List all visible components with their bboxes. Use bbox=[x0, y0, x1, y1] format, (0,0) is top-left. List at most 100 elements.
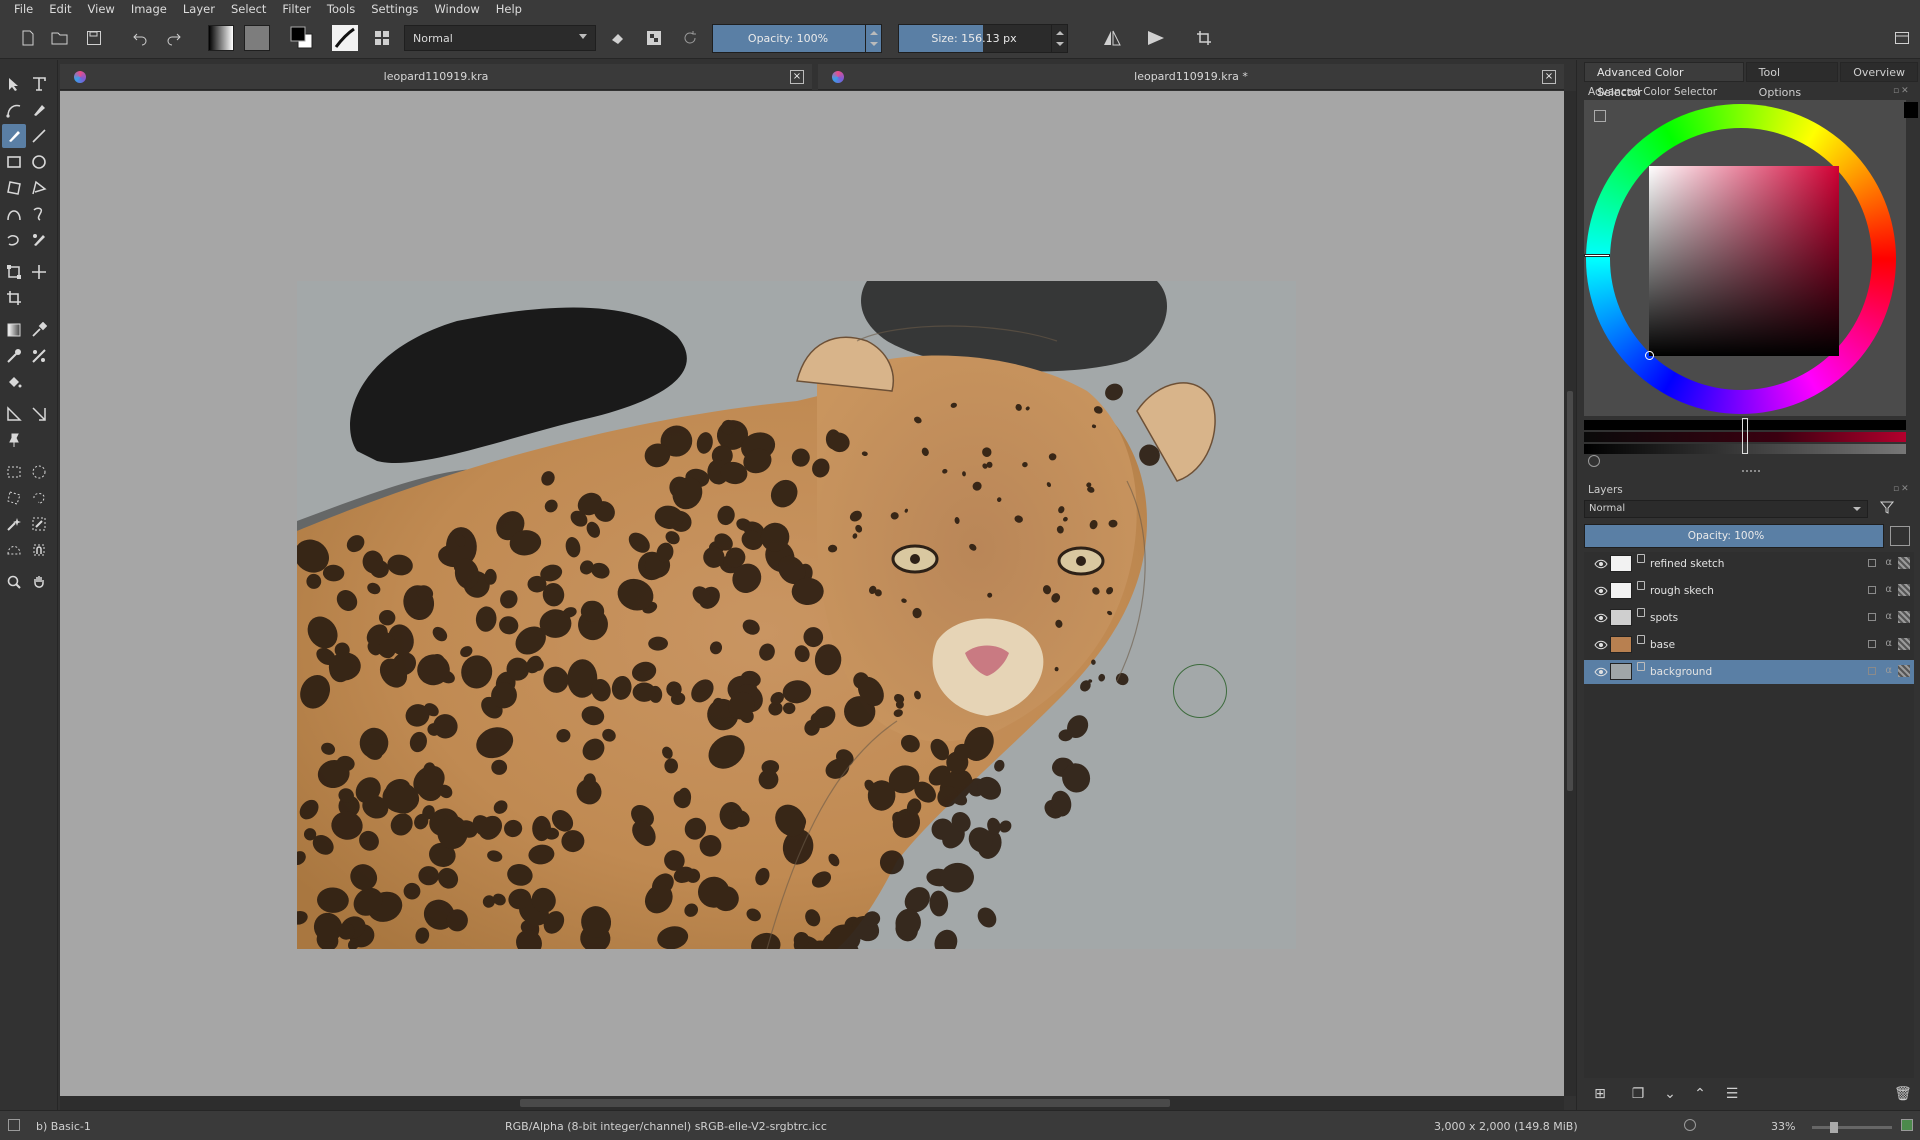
scroll-thumb[interactable] bbox=[1567, 391, 1573, 791]
line-tool-icon[interactable] bbox=[27, 124, 51, 148]
open-document-icon[interactable] bbox=[48, 24, 72, 52]
menu-file[interactable]: File bbox=[6, 2, 41, 16]
eraser-icon[interactable] bbox=[606, 24, 630, 52]
close-icon[interactable]: × bbox=[1542, 70, 1556, 84]
move-tool-icon[interactable] bbox=[27, 260, 51, 284]
menu-layer[interactable]: Layer bbox=[175, 2, 223, 16]
workspace-icon[interactable] bbox=[1890, 24, 1914, 52]
mirror-vertical-icon[interactable] bbox=[1142, 24, 1170, 52]
layer-options-icon[interactable]: ☰ bbox=[1724, 1086, 1740, 1102]
document-tab-2[interactable]: leopard110919.kra * × bbox=[818, 64, 1564, 90]
redo-icon[interactable] bbox=[162, 24, 186, 52]
freehand-brush-icon[interactable] bbox=[2, 124, 26, 148]
hue-marker[interactable] bbox=[1584, 254, 1610, 257]
pin-tool-icon[interactable] bbox=[2, 428, 26, 452]
layer-row[interactable]: refined sketch α bbox=[1584, 552, 1914, 576]
pan-tool-icon[interactable] bbox=[27, 570, 51, 594]
new-document-icon[interactable] bbox=[16, 24, 40, 52]
shade-handle[interactable] bbox=[1742, 418, 1748, 454]
size-slider[interactable]: Size: 156.13 px bbox=[898, 24, 1068, 53]
menu-select[interactable]: Select bbox=[223, 2, 274, 16]
pattern-preset-icon[interactable] bbox=[244, 25, 270, 51]
measure-tool-icon[interactable] bbox=[2, 402, 26, 426]
tab-overview[interactable]: Overview bbox=[1840, 62, 1918, 82]
delete-layer-icon[interactable]: 🗑 bbox=[1894, 1086, 1912, 1102]
gradient-preset-icon[interactable] bbox=[208, 25, 234, 51]
crop-tool-icon[interactable] bbox=[2, 286, 26, 310]
vertical-scrollbar[interactable] bbox=[1564, 91, 1576, 1096]
lock-icon[interactable] bbox=[1868, 640, 1876, 648]
inherit-alpha-icon[interactable] bbox=[1898, 584, 1910, 596]
mirror-horizontal-icon[interactable] bbox=[1098, 24, 1126, 52]
visibility-eye-icon[interactable] bbox=[1594, 666, 1608, 678]
alpha-lock-icon[interactable]: α bbox=[1885, 611, 1892, 622]
color-selector[interactable] bbox=[1584, 100, 1906, 416]
inherit-alpha-icon[interactable] bbox=[1898, 638, 1910, 650]
lock-icon[interactable] bbox=[1868, 613, 1876, 621]
freehand-select-icon[interactable] bbox=[27, 486, 51, 510]
rotate-canvas-icon[interactable] bbox=[1684, 1119, 1696, 1131]
menu-view[interactable]: View bbox=[80, 2, 123, 16]
polygon-tool-icon[interactable] bbox=[2, 176, 26, 200]
painting-image[interactable] bbox=[297, 281, 1296, 949]
lock-icon[interactable] bbox=[1868, 667, 1876, 675]
foreground-background-color-icon[interactable] bbox=[286, 24, 318, 52]
panel-splitter-handle[interactable] bbox=[1742, 470, 1760, 472]
horizontal-scrollbar[interactable] bbox=[60, 1096, 1564, 1110]
reset-color-icon[interactable] bbox=[1588, 455, 1600, 467]
panel-float-close-icon[interactable]: ▫✕ bbox=[1893, 484, 1915, 494]
polygon-select-icon[interactable] bbox=[2, 486, 26, 510]
menu-tools[interactable]: Tools bbox=[319, 2, 363, 16]
lock-icon[interactable] bbox=[1868, 559, 1876, 567]
alpha-lock-icon[interactable]: α bbox=[1885, 557, 1892, 568]
layer-row[interactable]: background α bbox=[1584, 660, 1914, 684]
freehand-path-icon[interactable] bbox=[27, 202, 51, 226]
menu-edit[interactable]: Edit bbox=[41, 2, 79, 16]
bezier-tool-icon[interactable] bbox=[2, 202, 26, 226]
saturation-value-square[interactable] bbox=[1649, 166, 1839, 356]
visibility-eye-icon[interactable] bbox=[1594, 585, 1608, 597]
menu-settings[interactable]: Settings bbox=[363, 2, 426, 16]
color-selector-settings-icon[interactable] bbox=[1594, 110, 1606, 122]
wrap-around-icon[interactable] bbox=[370, 24, 394, 52]
document-tab-1[interactable]: leopard110919.kra × bbox=[60, 64, 812, 90]
shade-selector[interactable] bbox=[1584, 418, 1906, 454]
layer-properties-icon[interactable] bbox=[1890, 526, 1910, 546]
visibility-eye-icon[interactable] bbox=[1594, 558, 1608, 570]
select-shapes-icon[interactable] bbox=[2, 72, 26, 96]
multibrush-icon[interactable] bbox=[27, 228, 51, 252]
crop-wrap-icon[interactable] bbox=[1192, 24, 1216, 52]
layer-blend-select[interactable]: Normal bbox=[1584, 500, 1868, 518]
layer-row[interactable]: rough skech α bbox=[1584, 579, 1914, 603]
size-spin-buttons[interactable] bbox=[1051, 25, 1067, 52]
transform-tool-icon[interactable] bbox=[2, 260, 26, 284]
ellipse-tool-icon[interactable] bbox=[27, 150, 51, 174]
menu-window[interactable]: Window bbox=[426, 2, 487, 16]
layer-opacity-slider[interactable]: Opacity: 100% bbox=[1584, 524, 1884, 548]
filter-icon[interactable] bbox=[1879, 500, 1895, 514]
blend-mode-select[interactable]: Normal bbox=[404, 25, 596, 51]
fit-view-icon[interactable] bbox=[1901, 1119, 1913, 1131]
rect-select-icon[interactable] bbox=[2, 460, 26, 484]
text-tool-icon[interactable] bbox=[27, 72, 51, 96]
visibility-eye-icon[interactable] bbox=[1594, 612, 1608, 624]
add-layer-icon[interactable]: ⊞ bbox=[1592, 1086, 1608, 1102]
reload-preset-icon[interactable] bbox=[678, 24, 702, 52]
bezier-select-icon[interactable] bbox=[2, 538, 26, 562]
lock-icon[interactable] bbox=[1868, 586, 1876, 594]
visibility-eye-icon[interactable] bbox=[1594, 639, 1608, 651]
menu-filter[interactable]: Filter bbox=[274, 2, 318, 16]
move-layer-down-icon[interactable]: ⌄ bbox=[1662, 1086, 1678, 1102]
preserve-alpha-icon[interactable] bbox=[642, 24, 666, 52]
opacity-spin-buttons[interactable] bbox=[865, 25, 881, 52]
ellipse-select-icon[interactable] bbox=[27, 460, 51, 484]
color-picker-icon[interactable] bbox=[27, 318, 51, 342]
tab-tool-options[interactable]: Tool Options bbox=[1745, 62, 1839, 99]
similar-select-icon[interactable] bbox=[27, 512, 51, 536]
magnetic-select-icon[interactable] bbox=[27, 538, 51, 562]
zoom-slider-knob[interactable] bbox=[1830, 1122, 1838, 1133]
brush-preset-icon[interactable] bbox=[330, 24, 360, 52]
inherit-alpha-icon[interactable] bbox=[1898, 557, 1910, 569]
fill-tool-icon[interactable] bbox=[2, 370, 26, 394]
save-icon[interactable] bbox=[82, 24, 106, 52]
